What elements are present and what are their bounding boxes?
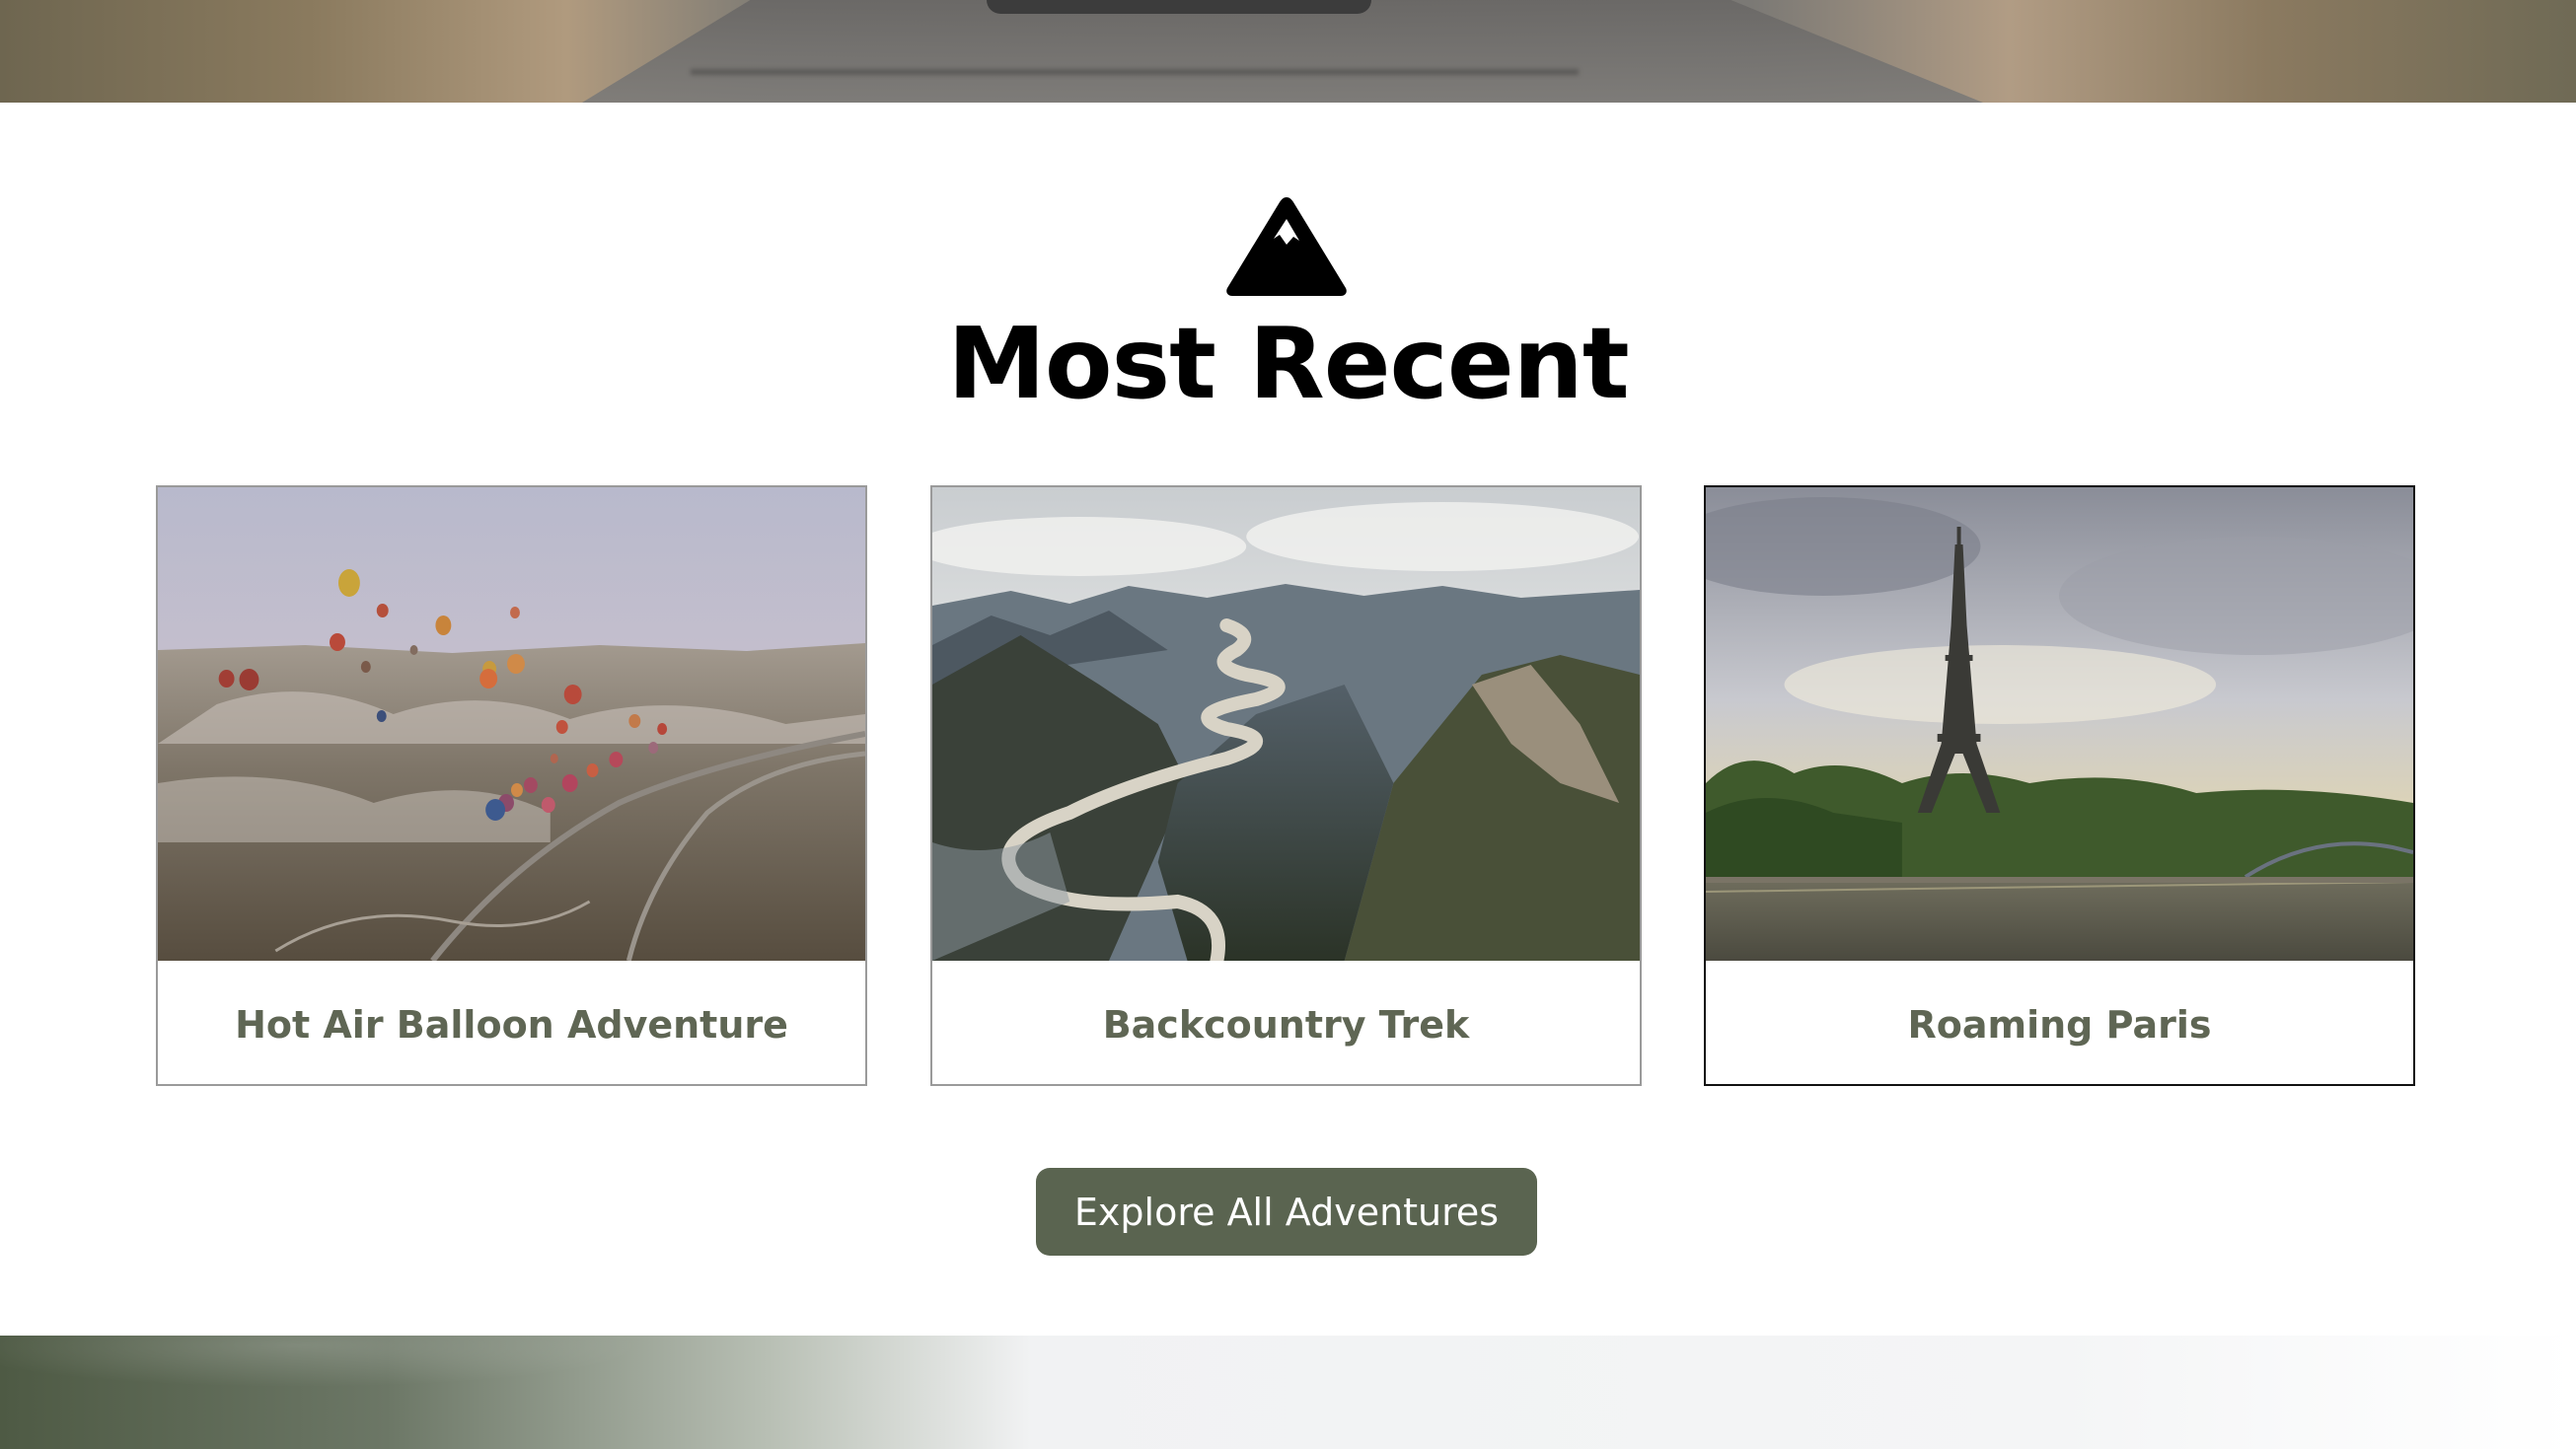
explore-all-adventures-button[interactable]: Explore All Adventures [1036,1168,1537,1256]
card-title[interactable]: Roaming Paris [1706,961,2413,1084]
hero-image-top [0,0,2576,103]
road-shape [582,0,1983,103]
adventure-card-backcountry-trek[interactable]: Backcountry Trek [930,485,1642,1086]
card-title[interactable]: Backcountry Trek [932,961,1640,1084]
mountain-icon [1226,197,1347,296]
road-shadow [691,69,1579,75]
section-title: Most Recent [947,306,1629,421]
car-shape [987,0,1371,14]
adventure-card-hot-air-balloon[interactable]: Hot Air Balloon Adventure [156,485,867,1086]
card-photo[interactable] [1706,487,2413,961]
hot-air-balloons-image [158,487,865,961]
sky-cloud [0,1336,888,1449]
adventure-card-roaming-paris[interactable]: Roaming Paris [1704,485,2415,1086]
eiffel-tower-image [1706,487,2413,961]
card-title[interactable]: Hot Air Balloon Adventure [158,961,865,1084]
river-valley-image [932,487,1640,961]
page: Most Recent Hot Air Balloon Adventure Ba… [0,0,2576,1449]
hero-image-bottom [0,1336,2576,1449]
most-recent-section: Most Recent Hot Air Balloon Adventure Ba… [0,103,2576,1336]
card-photo[interactable] [932,487,1640,961]
card-photo[interactable] [158,487,865,961]
